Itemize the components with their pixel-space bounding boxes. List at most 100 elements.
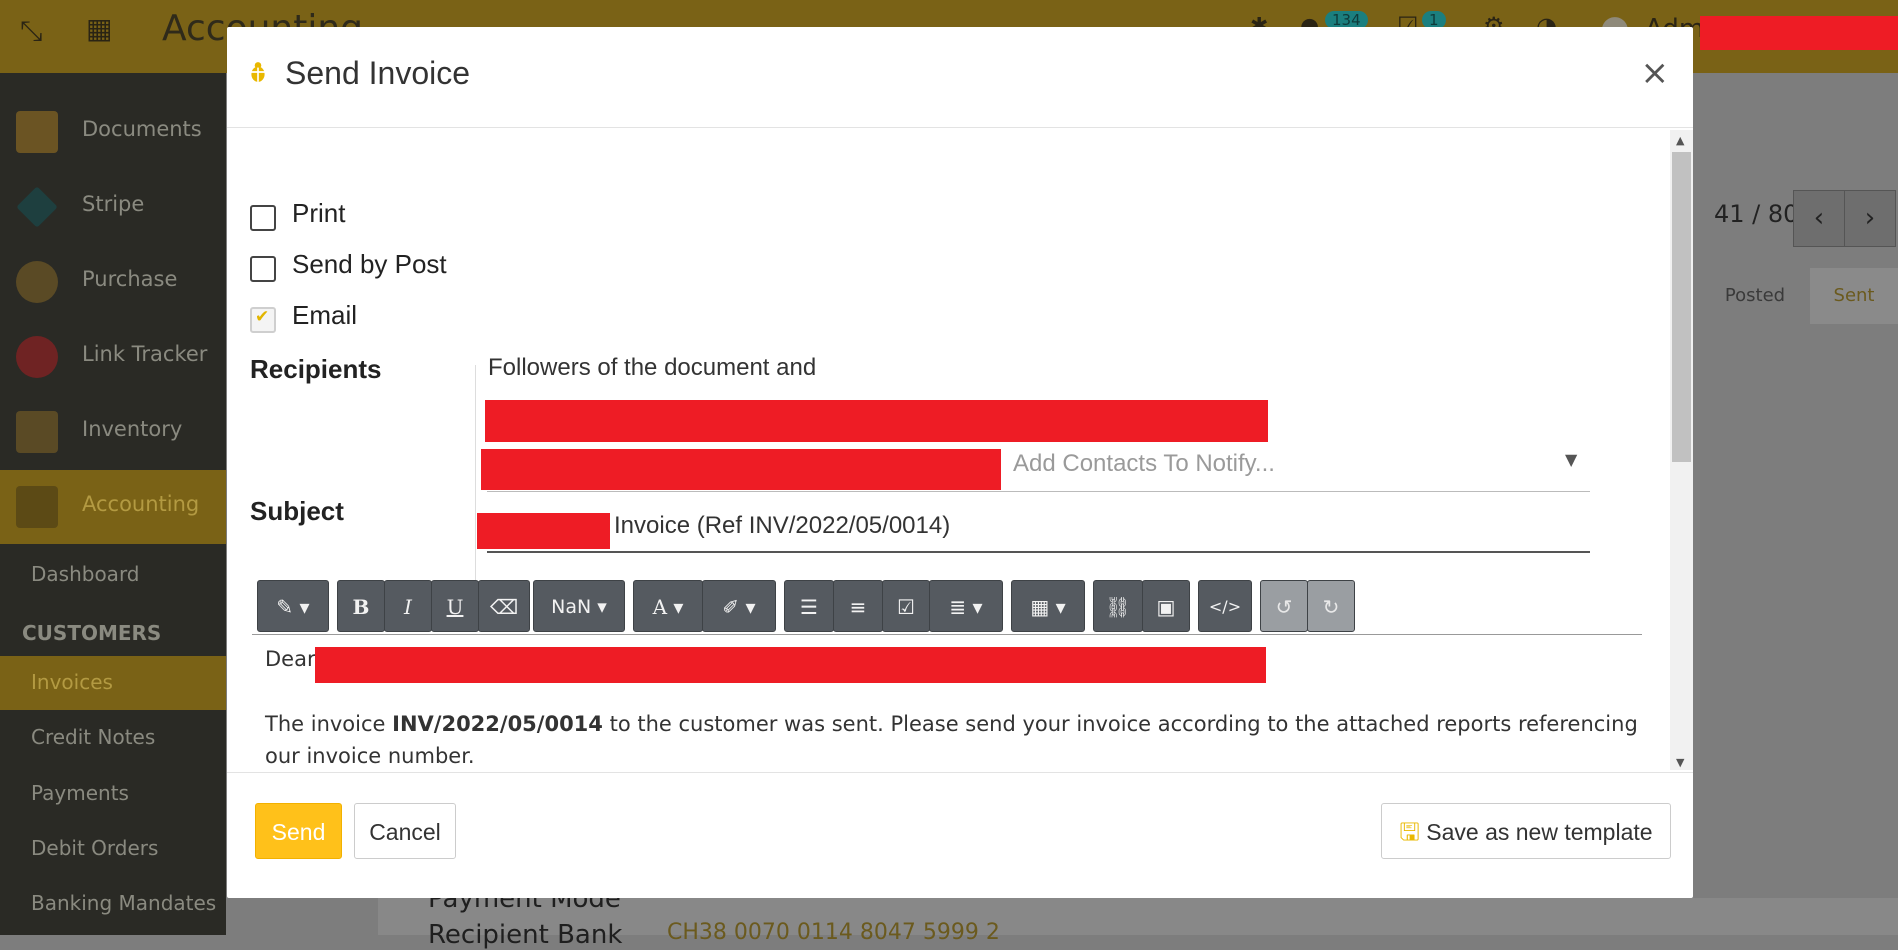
save-template-label: Save as new template (1426, 819, 1653, 845)
sidebar-app-documents[interactable]: Documents (0, 95, 226, 169)
checklist-icon[interactable]: ☑ (882, 580, 930, 632)
sidebar-app-stripe[interactable]: Stripe (0, 170, 226, 244)
subject-input[interactable]: Invoice (Ref INV/2022/05/0014) (614, 512, 950, 540)
bullet-list-icon[interactable]: ☰ (784, 580, 834, 632)
contacts-underline (487, 491, 1590, 492)
sidebar-app-label: Purchase (82, 267, 178, 291)
section-customers: CUSTOMERS (22, 621, 162, 645)
link-icon (16, 336, 58, 378)
pager-prev-button[interactable]: ‹ (1793, 190, 1845, 247)
sidebar-item-label: Invoices (31, 670, 113, 694)
sidebar: Documents Stripe Purchase Link Tracker I… (0, 73, 226, 935)
check-icon: ✔ (255, 307, 270, 327)
sidebar-item-banking-mandates[interactable]: Banking Mandates (0, 877, 226, 931)
sidebar-app-label: Documents (82, 117, 202, 141)
recipient-bank-value[interactable]: CH38 0070 0114 8047 5999 2 (667, 920, 1000, 945)
sidebar-dashboard[interactable]: Dashboard (0, 548, 226, 602)
sidebar-item-label: Credit Notes (31, 725, 156, 749)
sidebar-app-accounting[interactable]: Accounting (0, 470, 226, 544)
font-size-value: NaN (551, 596, 592, 618)
image-icon[interactable]: ▣ (1142, 580, 1190, 632)
bold-button[interactable]: B (337, 580, 385, 632)
undo-icon[interactable]: ↺ (1260, 580, 1308, 632)
code-view-icon[interactable]: </> (1198, 580, 1252, 632)
redaction-customer-name (315, 647, 1266, 683)
subject-underline (487, 551, 1590, 553)
send-invoice-dialog: Send Invoice × Print Send by Post ✔ Emai… (227, 27, 1693, 898)
redaction-recipient-2 (481, 449, 1001, 490)
scroll-up-icon[interactable]: ▲ (1676, 134, 1684, 147)
sidebar-app-label: Inventory (82, 417, 183, 441)
paint-brush-icon[interactable]: ✐ ▾ (702, 580, 776, 632)
stage-sent[interactable]: Sent (1810, 268, 1898, 324)
redaction-username (1700, 16, 1898, 50)
add-contacts-input[interactable]: Add Contacts To Notify... (1013, 450, 1275, 478)
chevron-down-icon[interactable]: ▼ (1565, 450, 1577, 469)
cube-icon (16, 186, 58, 228)
sidebar-item-label: Dashboard (31, 562, 140, 586)
subject-label: Subject (250, 496, 344, 526)
recipient-bank-label: Recipient Bank (428, 920, 623, 950)
table-icon[interactable]: ▦ ▾ (1011, 580, 1085, 632)
align-icon[interactable]: ≣ ▾ (929, 580, 1003, 632)
editor-divider (252, 634, 1642, 635)
email-label[interactable]: Email (292, 300, 357, 331)
record-pager: 41 / 80 (1714, 200, 1799, 228)
save-as-template-button[interactable]: 🖫 Save as new template (1381, 803, 1671, 859)
recipients-text: Followers of the document and (488, 354, 817, 381)
magic-wand-icon[interactable]: ✎ ▾ (257, 580, 329, 632)
email-body-text[interactable]: The invoice INV/2022/05/0014 to the cust… (265, 708, 1655, 771)
boxes-icon (16, 411, 58, 453)
dialog-header: Send Invoice × (227, 27, 1693, 128)
send-by-post-checkbox[interactable] (250, 256, 276, 282)
debug-bug-icon (249, 62, 267, 82)
body-prefix: The invoice (265, 712, 393, 736)
redaction-recipient-1 (485, 400, 1268, 442)
sidebar-app-label: Stripe (82, 192, 145, 216)
folder-icon (16, 111, 58, 153)
dialog-scrollbar[interactable]: ▲ ▼ (1670, 130, 1693, 770)
collapse-icon[interactable]: ⤡ (20, 14, 42, 48)
italic-button[interactable]: I (384, 580, 432, 632)
sidebar-item-label: Debit Orders (31, 836, 159, 860)
numbered-list-icon[interactable]: ≡ (833, 580, 883, 632)
sidebar-item-debit-orders[interactable]: Debit Orders (0, 822, 226, 876)
email-checkbox[interactable]: ✔ (250, 307, 276, 333)
pager-next-button[interactable]: › (1844, 190, 1896, 247)
sidebar-item-credit-notes[interactable]: Credit Notes (0, 711, 226, 765)
sidebar-item-payments[interactable]: Payments (0, 767, 226, 821)
close-icon[interactable]: × (1641, 53, 1670, 93)
scroll-down-icon[interactable]: ▼ (1676, 756, 1684, 769)
field-divider (475, 365, 476, 583)
font-color-icon[interactable]: A ▾ (633, 580, 703, 632)
dialog-body: Print Send by Post ✔ Email Recipients Fo… (227, 128, 1693, 771)
print-checkbox[interactable] (250, 205, 276, 231)
print-label[interactable]: Print (292, 198, 345, 229)
sidebar-app-purchase[interactable]: Purchase (0, 245, 226, 319)
recipients-label: Recipients (250, 354, 382, 384)
invoice-icon (16, 486, 58, 528)
dialog-footer: Send Cancel 🖫 Save as new template (227, 772, 1693, 899)
coins-icon (16, 261, 58, 303)
sidebar-item-invoices[interactable]: Invoices (0, 656, 226, 710)
cancel-button[interactable]: Cancel (354, 803, 456, 859)
send-button[interactable]: Send (255, 803, 342, 859)
dialog-title: Send Invoice (285, 55, 471, 91)
scrollbar-thumb[interactable] (1672, 152, 1691, 462)
send-by-post-label[interactable]: Send by Post (292, 249, 447, 280)
app-grid-icon[interactable]: ▦ (86, 12, 112, 45)
sidebar-app-label: Accounting (82, 492, 200, 516)
font-size-dropdown[interactable]: NaN ▾ (533, 580, 625, 632)
stage-posted[interactable]: Posted (1700, 268, 1810, 324)
sidebar-app-label: Link Tracker (82, 342, 208, 366)
underline-button[interactable]: U (431, 580, 479, 632)
invoice-reference: INV/2022/05/0014 (392, 712, 603, 736)
save-icon: 🖫 (1399, 819, 1420, 846)
link-icon[interactable]: ⛓ (1093, 580, 1143, 632)
sidebar-item-label: Payments (31, 781, 129, 805)
redaction-subject-prefix (477, 513, 610, 549)
sidebar-app-link-tracker[interactable]: Link Tracker (0, 320, 226, 394)
redo-icon[interactable]: ↻ (1307, 580, 1355, 632)
eraser-icon[interactable]: ⌫ (478, 580, 530, 632)
sidebar-app-inventory[interactable]: Inventory (0, 395, 226, 469)
